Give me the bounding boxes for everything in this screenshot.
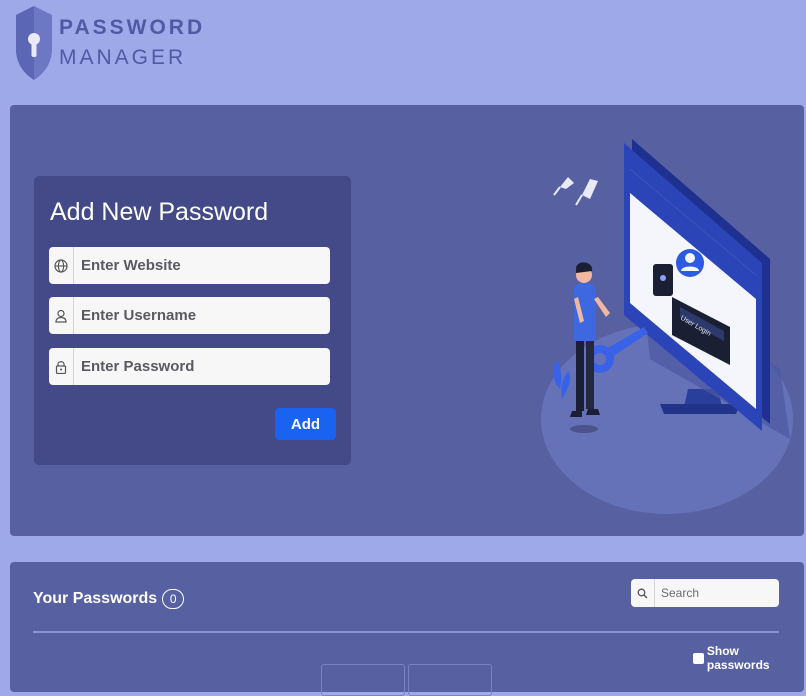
app-logo: PASSWORD MANAGER: [14, 5, 202, 83]
passwords-section: Your Passwords 0 Search Show passwords: [10, 562, 804, 696]
password-input[interactable]: Enter Password: [74, 358, 194, 375]
passwords-title: Your Passwords: [33, 590, 158, 607]
website-field[interactable]: Enter Website: [49, 247, 330, 284]
table-header-cell: [321, 664, 405, 696]
section-divider: [33, 631, 779, 633]
shield-keyhole-icon: [16, 6, 52, 80]
add-password-section: Add New Password Enter Website Enter Use…: [10, 105, 804, 536]
add-password-form: Add New Password Enter Website Enter Use…: [34, 176, 351, 465]
username-field[interactable]: Enter Username: [49, 297, 330, 334]
password-field[interactable]: Enter Password: [49, 348, 330, 385]
table-header-cell: [408, 664, 492, 696]
form-title: Add New Password: [50, 198, 269, 226]
globe-icon: [49, 247, 74, 284]
login-illustration: User Login: [541, 139, 793, 514]
username-input[interactable]: Enter Username: [74, 307, 196, 324]
search-input[interactable]: Search: [655, 586, 699, 600]
lock-icon: [49, 348, 74, 385]
search-icon: [631, 579, 655, 607]
logo-text: PASSWORD MANAGER: [59, 13, 205, 73]
add-button[interactable]: Add: [275, 408, 336, 440]
show-passwords-label: Show passwords: [706, 644, 770, 672]
show-passwords-checkbox[interactable]: [693, 652, 704, 664]
user-icon: [49, 297, 74, 334]
password-count-badge: 0: [162, 589, 185, 609]
website-input[interactable]: Enter Website: [74, 257, 181, 274]
logo-line-1: PASSWORD: [59, 16, 206, 39]
show-passwords-toggle[interactable]: Show passwords: [693, 644, 804, 672]
passwords-heading: Your Passwords 0: [33, 589, 185, 609]
logo-line-2: MANAGER: [59, 46, 187, 69]
search-field[interactable]: Search: [631, 579, 779, 607]
